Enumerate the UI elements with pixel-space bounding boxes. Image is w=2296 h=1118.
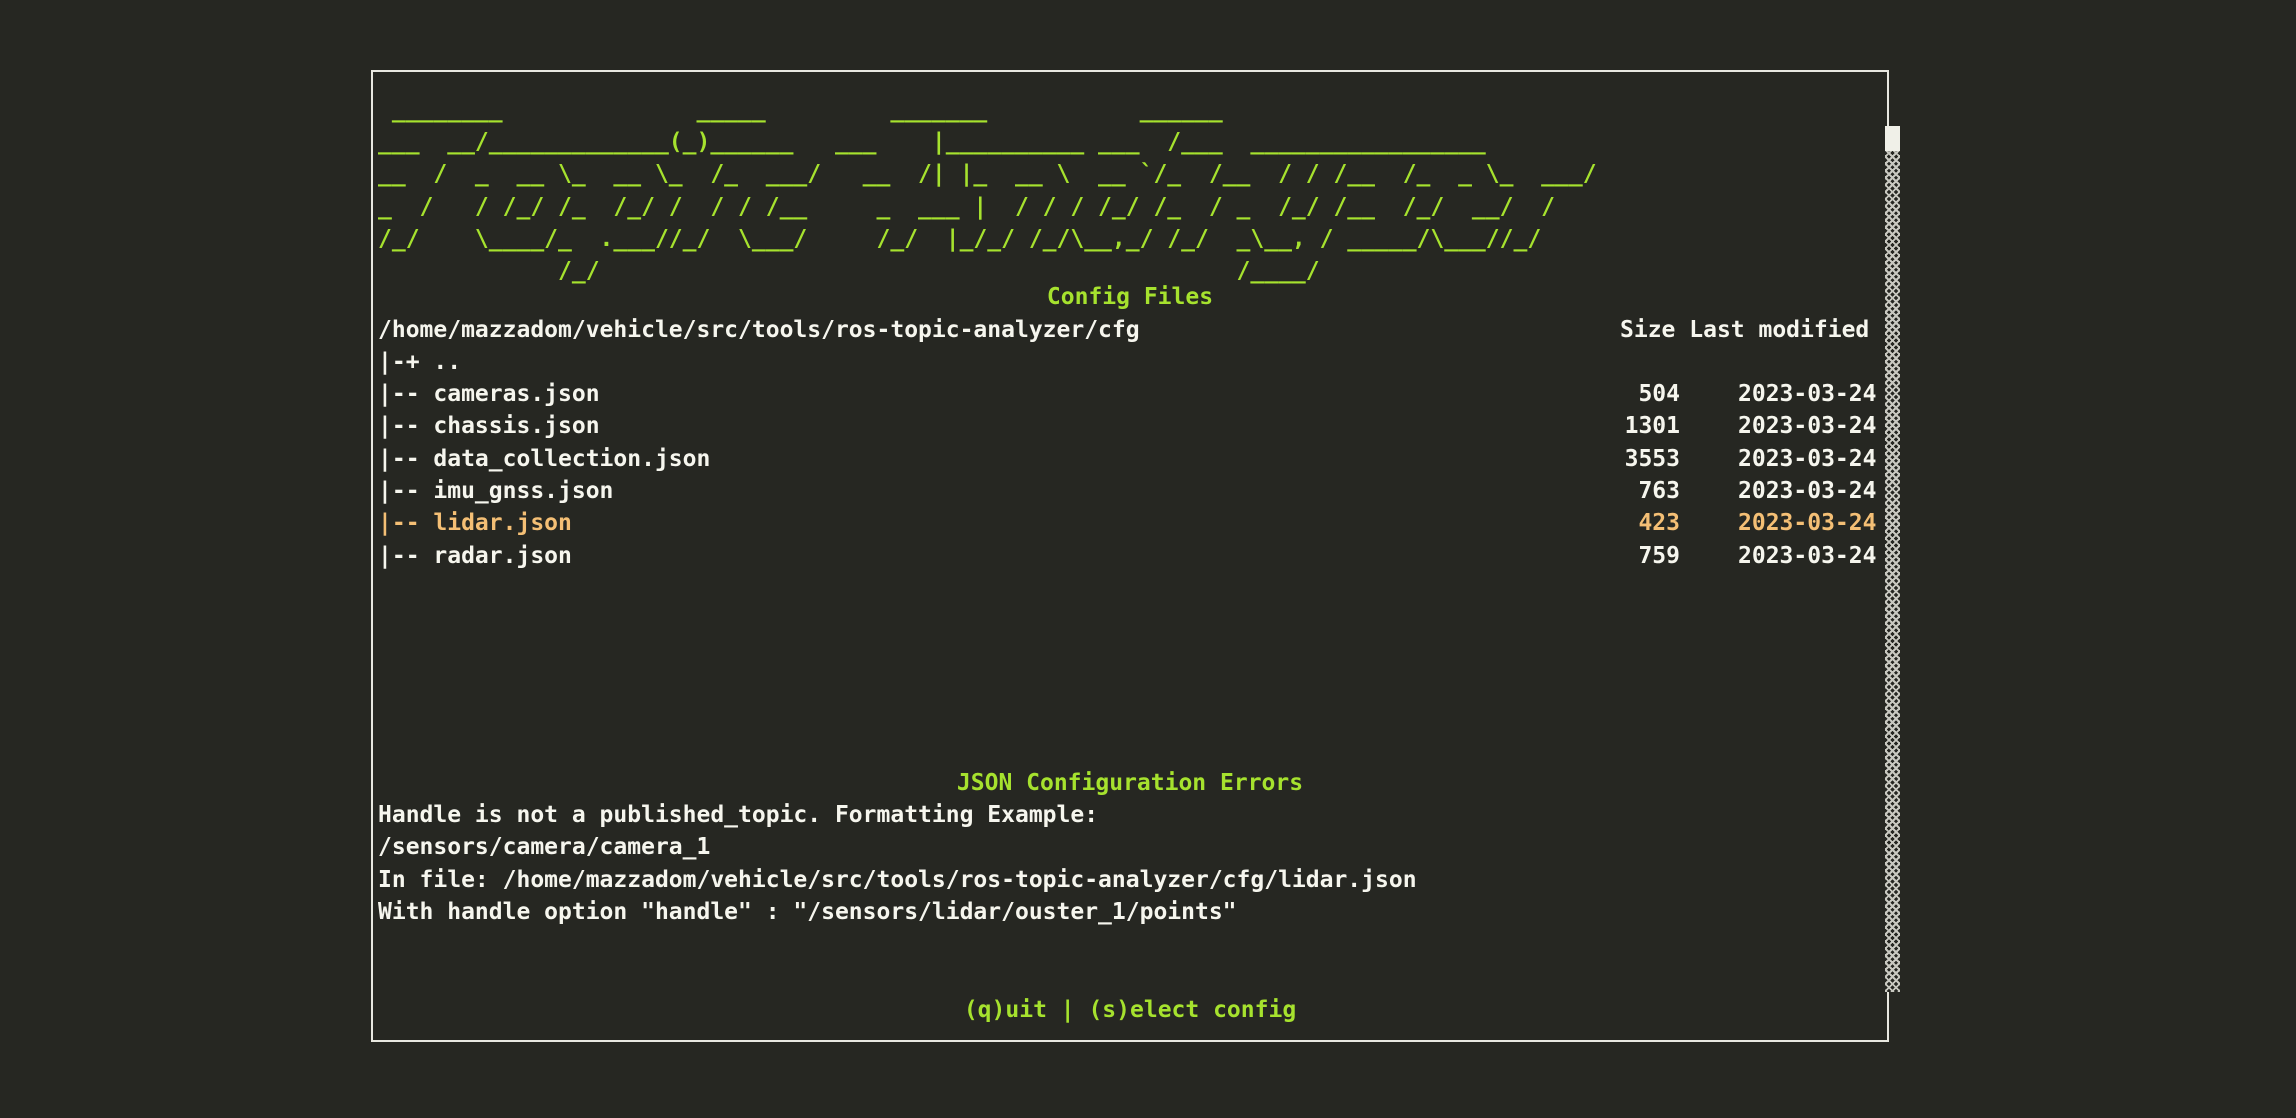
column-last-modified: Last modified — [1689, 317, 1870, 343]
file-modified: 2023-03-24 — [1738, 446, 1877, 472]
scrollbar-thumb[interactable] — [1885, 126, 1900, 151]
file-size: 763 — [1638, 478, 1680, 504]
file-name: |-- data_collection.json — [378, 446, 711, 472]
file-name: |-- imu_gnss.json — [378, 478, 614, 504]
file-name: |-- chassis.json — [378, 413, 600, 439]
file-size: 3553 — [1624, 446, 1680, 472]
file-size: 423 — [1638, 510, 1680, 536]
file-size: 759 — [1638, 543, 1680, 569]
file-modified: 2023-03-24 — [1738, 413, 1877, 439]
file-size: 1301 — [1624, 413, 1680, 439]
file-size: 504 — [1638, 381, 1680, 407]
file-name: |-- lidar.json — [378, 510, 572, 536]
error-line: /sensors/camera/camera_1 — [378, 834, 711, 860]
file-name: |-- cameras.json — [378, 381, 600, 407]
errors-title: JSON Configuration Errors — [956, 770, 1304, 796]
parent-directory-entry[interactable]: |-+ .. — [378, 346, 461, 378]
file-modified: 2023-03-24 — [1738, 381, 1877, 407]
error-line: Handle is not a published_topic. Formatt… — [378, 802, 1099, 828]
current-path: /home/mazzadom/vehicle/src/tools/ros-top… — [378, 317, 1140, 343]
file-modified: 2023-03-24 — [1738, 478, 1877, 504]
error-line: In file: /home/mazzadom/vehicle/src/tool… — [378, 867, 1417, 893]
error-line: With handle option "handle" : "/sensors/… — [378, 899, 1237, 925]
file-modified: 2023-03-24 — [1738, 510, 1877, 536]
column-size: Size — [1620, 317, 1676, 343]
column-headers: Size Last modified — [1620, 314, 1869, 346]
file-modified: 2023-03-24 — [1738, 543, 1877, 569]
scrollbar-track[interactable] — [1885, 126, 1900, 992]
app-banner: ________ _____ _______ ______ ___ __/___… — [378, 97, 1597, 285]
footer-keybindings[interactable]: (q)uit | (s)elect config — [373, 994, 1887, 1026]
file-browser-title: Config Files — [1046, 284, 1214, 310]
file-name: |-- radar.json — [378, 543, 572, 569]
